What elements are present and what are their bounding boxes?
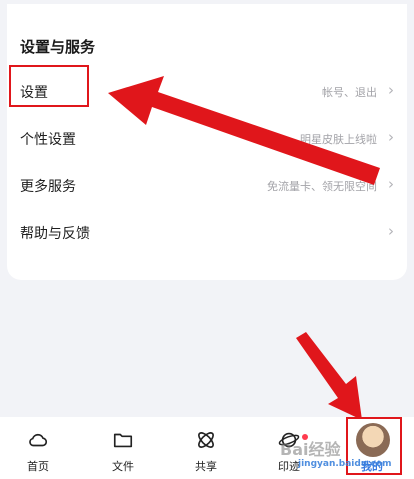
tab-label: 共享 — [195, 460, 217, 473]
row-label: 个性设置 — [20, 132, 76, 148]
tab-label: 首页 — [27, 460, 49, 473]
section-title: 设置与服务 — [20, 38, 96, 56]
share-atom-icon — [198, 432, 214, 448]
row-hint: 明星皮肤上线啦 — [300, 133, 377, 146]
folder-icon — [113, 433, 133, 448]
row-personalization[interactable]: 个性设置 明星皮肤上线啦 › — [7, 119, 407, 159]
watermark-text: Bai经验 — [280, 440, 341, 459]
cloud-icon — [29, 433, 48, 447]
row-hint: 免流量卡、领无限空间 — [267, 180, 377, 193]
row-help-feedback[interactable]: 帮助与反馈 › — [7, 213, 407, 253]
settings-card: 设置与服务 设置 帐号、退出 › 个性设置 明星皮肤上线啦 › 更多服务 免流量… — [7, 4, 407, 280]
chevron-right-icon: › — [388, 222, 394, 240]
tab-files[interactable]: 文件 — [88, 417, 158, 479]
tab-share[interactable]: 共享 — [171, 417, 241, 479]
row-label: 更多服务 — [20, 179, 76, 195]
row-more-services[interactable]: 更多服务 免流量卡、领无限空间 › — [7, 166, 407, 206]
watermark-sub: jingyan.baidu.com — [298, 459, 392, 469]
annotation-arrow-bottom — [296, 332, 362, 420]
row-label: 帮助与反馈 — [20, 226, 90, 242]
annotation-box-settings — [9, 65, 89, 107]
row-hint: 帐号、退出 — [322, 86, 377, 99]
tab-home[interactable]: 首页 — [3, 417, 73, 479]
chevron-right-icon: › — [388, 81, 394, 99]
tab-label: 文件 — [112, 460, 134, 473]
chevron-right-icon: › — [388, 128, 394, 146]
chevron-right-icon: › — [388, 175, 394, 193]
